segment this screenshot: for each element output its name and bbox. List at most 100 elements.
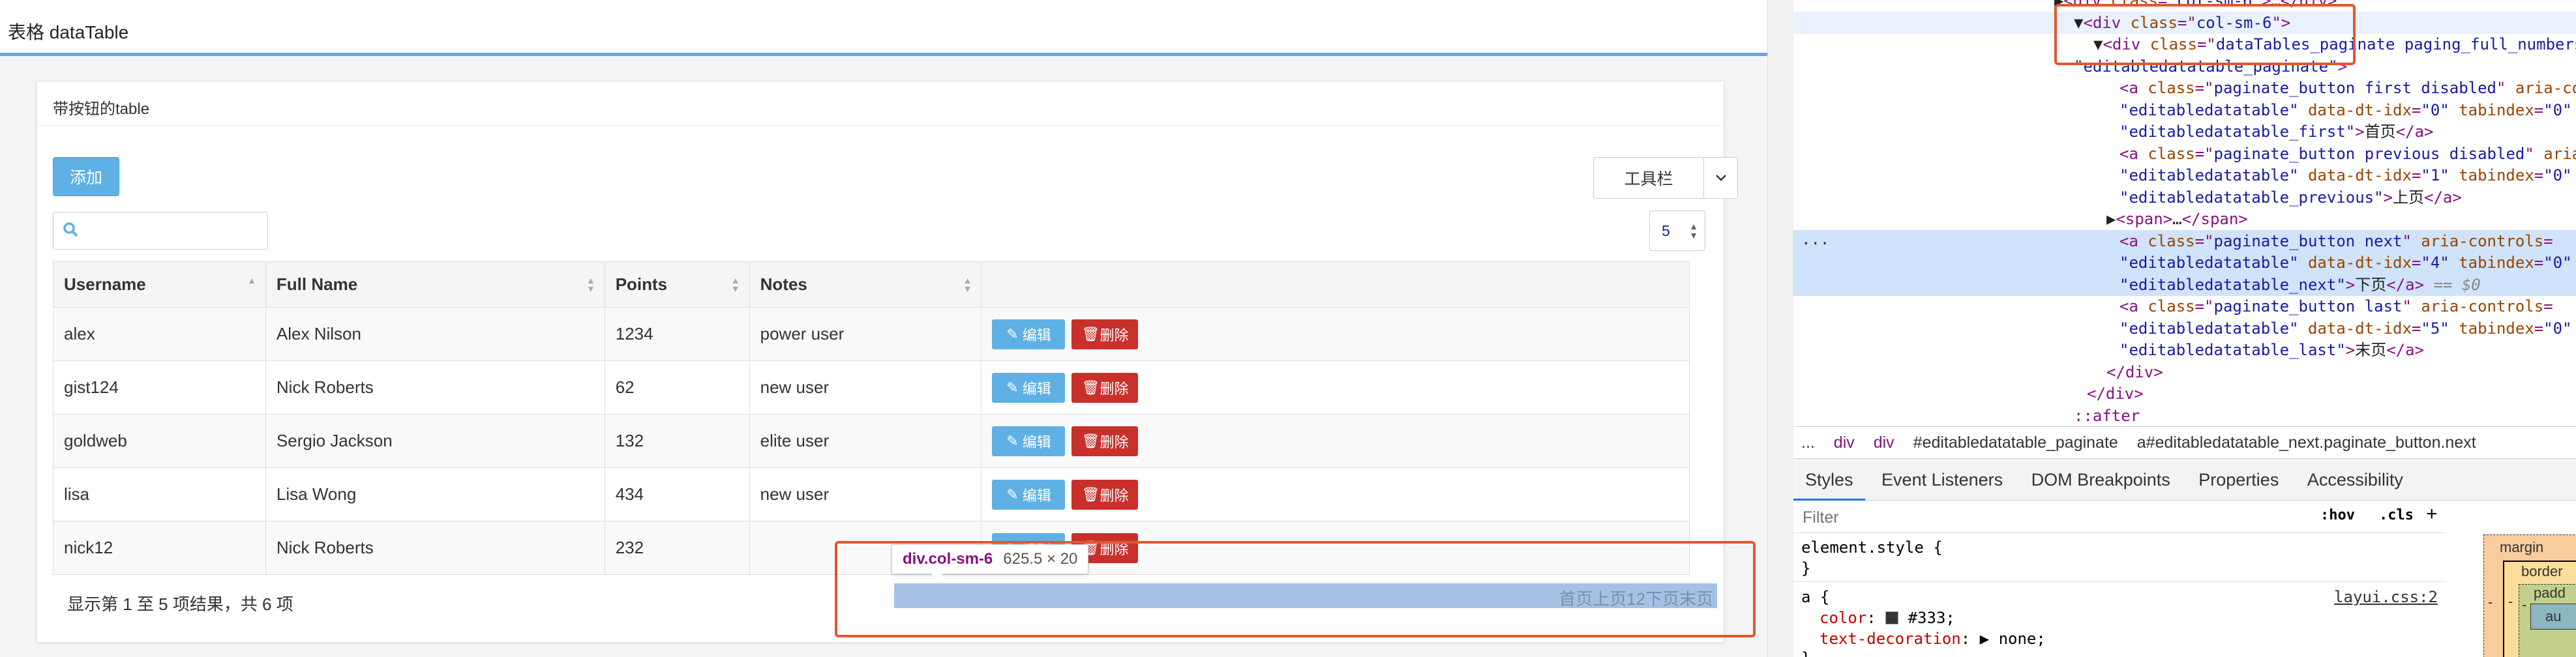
dom-node-text: </div>	[2106, 361, 2163, 383]
hov-toggle[interactable]: :hov	[2320, 507, 2355, 523]
dom-token: "editabledatatable_previous"	[2119, 188, 2384, 207]
dom-node-line[interactable]: <a class="paginate_button previous disab…	[1793, 143, 2576, 165]
cls-toggle[interactable]: .cls	[2379, 507, 2414, 523]
dom-node-line[interactable]: ::after	[1793, 405, 2576, 424]
dom-token: tabindex	[2459, 101, 2534, 119]
breadcrumb-item[interactable]: a#editabledatatable_next.paginate_button…	[2137, 433, 2476, 452]
dom-token: data-dt-idx	[2307, 101, 2412, 119]
dom-node-text: </div>	[2087, 383, 2144, 405]
search-input[interactable]	[90, 216, 262, 246]
column-header-notes[interactable]: Notes ▲ ▼	[749, 261, 982, 308]
cell-username: gist124	[53, 360, 266, 415]
more-actions-icon[interactable]: ...	[1801, 230, 1829, 248]
cell-full-name: Sergio Jackson	[265, 414, 605, 468]
dom-node-text: "editabledatatable_last">末页</a>	[2119, 339, 2424, 361]
dom-node-line[interactable]: "editabledatatable_previous">上页</a>	[1793, 186, 2576, 209]
edit-button[interactable]: ✎ 编辑	[992, 319, 1066, 349]
dom-node-line[interactable]: "editabledatatable" data-dt-idx="4" tabi…	[1793, 252, 2576, 274]
dom-token: class	[2148, 145, 2195, 163]
devtools-panel: ▶<div class="col-sm-6">…</div> ▼<div clas…	[1793, 0, 2576, 657]
toolbar-button[interactable]: 工具栏	[1593, 157, 1704, 199]
edit-icon: ✎	[1006, 432, 1023, 449]
expand-triangle-icon[interactable]: ▶	[1980, 630, 1989, 648]
tab-accessibility[interactable]: Accessibility	[2296, 459, 2415, 501]
dom-node-line[interactable]: "editabledatatable" data-dt-idx="5" tabi…	[1793, 317, 2576, 340]
prop-name: text-decoration	[1820, 630, 1961, 648]
delete-button[interactable]: 🗑 删除	[1071, 426, 1139, 456]
cell-notes: new user	[749, 467, 982, 521]
toolbar-dropdown[interactable]: 工具栏	[1593, 157, 1738, 199]
edit-label: 编辑	[1022, 380, 1051, 397]
cell-points: 132	[604, 414, 750, 468]
dom-node-text: "editabledatatable_first">首页</a>	[2119, 121, 2433, 143]
dom-node-line[interactable]: "editabledatatable_last">末页</a>	[1793, 339, 2576, 361]
dom-node-text: ::after	[2074, 405, 2140, 424]
dom-node-line[interactable]: "editabledatatable" data-dt-idx="1" tabi…	[1793, 164, 2576, 186]
dom-token: >	[2355, 123, 2365, 141]
delete-label: 删除	[1100, 327, 1129, 343]
dom-node-line[interactable]: <a class="paginate_button first disabled…	[1793, 77, 2576, 99]
delete-label: 删除	[1100, 380, 1129, 397]
delete-button[interactable]: 🗑 删除	[1071, 479, 1139, 510]
dom-node-line[interactable]: "editabledatatable_first">首页</a>	[1793, 121, 2576, 143]
dom-node-text: <a class="paginate_button last" aria-con…	[2119, 295, 2553, 317]
column-header-full-name[interactable]: Full Name ▲ ▼	[265, 261, 605, 308]
add-rule-button[interactable]: +	[2426, 503, 2438, 525]
dom-node-line[interactable]: "editabledatatable" data-dt-idx="0" tabi…	[1793, 99, 2576, 121]
sort-icon: ▲ ▼	[730, 275, 740, 294]
dom-node-line[interactable]: ▶<span>…</span>	[1793, 208, 2576, 230]
column-header-username[interactable]: Username ▲	[53, 261, 266, 308]
dom-token: aria	[2543, 145, 2576, 163]
dom-token: =	[2411, 101, 2421, 119]
dom-node-line[interactable]: <a class="paginate_button next" aria-con…	[1793, 230, 2576, 252]
scrollbar[interactable]	[1767, 0, 1794, 657]
tab-event-listeners[interactable]: Event Listeners	[1870, 459, 2014, 501]
dom-token: "0"	[2543, 254, 2572, 272]
add-button[interactable]: 添加	[53, 157, 119, 196]
rule-selector: a {	[1801, 588, 1830, 606]
rule-source-link[interactable]: layui.css:2	[2334, 588, 2438, 606]
dom-token: =	[2411, 319, 2421, 338]
dom-node-line[interactable]: "editabledatatable_next">下页</a> == $0	[1793, 274, 2576, 296]
breadcrumb-item[interactable]: div	[1874, 433, 1895, 452]
dom-node-line[interactable]: </div>	[1793, 361, 2576, 383]
dom-token: </div>	[2087, 385, 2144, 403]
edit-icon: ✎	[1006, 325, 1023, 342]
rule-close: }	[1801, 649, 1810, 657]
dom-token: <a	[2119, 79, 2148, 97]
trash-icon: 🗑	[1081, 486, 1100, 503]
box-border-label: border	[2521, 563, 2563, 579]
dom-token: <a	[2119, 145, 2148, 163]
color-swatch[interactable]	[1885, 611, 1899, 624]
tab-styles[interactable]: Styles	[1793, 461, 1865, 501]
dom-node-text: "editabledatatable_previous">上页</a>	[2119, 186, 2462, 209]
cell-actions: ✎ 编辑🗑删除	[981, 360, 1690, 415]
tab-properties[interactable]: Properties	[2187, 459, 2290, 501]
chevron-down-icon[interactable]	[1704, 157, 1738, 199]
breadcrumb-item[interactable]: div	[1834, 433, 1855, 452]
breadcrumb-item[interactable]: #editabledatatable_paginate	[1913, 433, 2118, 452]
dom-token: "editabledatatable"	[2119, 319, 2308, 338]
dom-token: 下页	[2355, 276, 2387, 294]
styles-filter-input[interactable]	[1801, 504, 2195, 531]
edit-button[interactable]: ✎ 编辑	[992, 372, 1066, 403]
edit-button[interactable]: ✎ 编辑	[992, 426, 1066, 456]
dom-node-line[interactable]: </div>	[1793, 383, 2576, 405]
search-box[interactable]	[53, 212, 268, 250]
tab-dom-breakpoints[interactable]: DOM Breakpoints	[2020, 459, 2182, 501]
breadcrumb-item[interactable]: ...	[1801, 433, 1815, 452]
dom-token: "	[2402, 297, 2421, 315]
edit-button[interactable]: ✎ 编辑	[992, 479, 1066, 510]
delete-button[interactable]: 🗑 删除	[1071, 372, 1139, 403]
page-size-select[interactable]: 5 ▲ ▼	[1649, 211, 1705, 251]
dom-token: >	[2345, 341, 2356, 359]
dom-token: </a>	[2386, 341, 2425, 359]
box-content: au	[2530, 604, 2576, 630]
styles-pane: element.style { } a { layui.css:2 color:…	[1793, 534, 2446, 657]
delete-button[interactable]: 🗑 删除	[1071, 319, 1139, 349]
dom-token: "editabledatatable_next"	[2119, 276, 2346, 294]
dom-token: ▶	[2106, 210, 2116, 228]
page-size-value: 5	[1662, 222, 1670, 239]
dom-node-line[interactable]: <a class="paginate_button last" aria-con…	[1793, 295, 2576, 317]
column-header-points[interactable]: Points ▲ ▼	[604, 261, 750, 308]
